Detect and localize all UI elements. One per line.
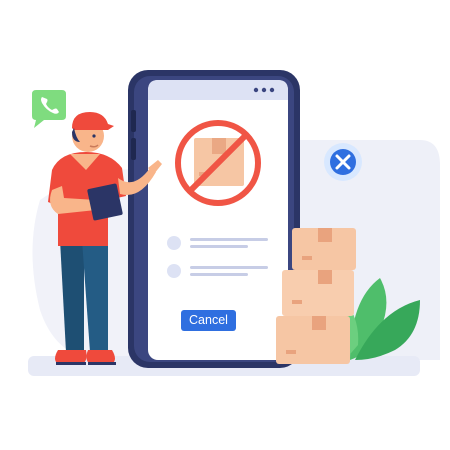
more-dots-icon <box>253 87 275 93</box>
screen-top-bar <box>148 80 288 100</box>
close-icon <box>324 143 362 181</box>
phone-icon <box>32 90 66 128</box>
scene-illustration <box>28 70 440 376</box>
cancel-button[interactable]: Cancel <box>181 310 236 331</box>
illustration-stage: Cancel <box>0 0 450 450</box>
